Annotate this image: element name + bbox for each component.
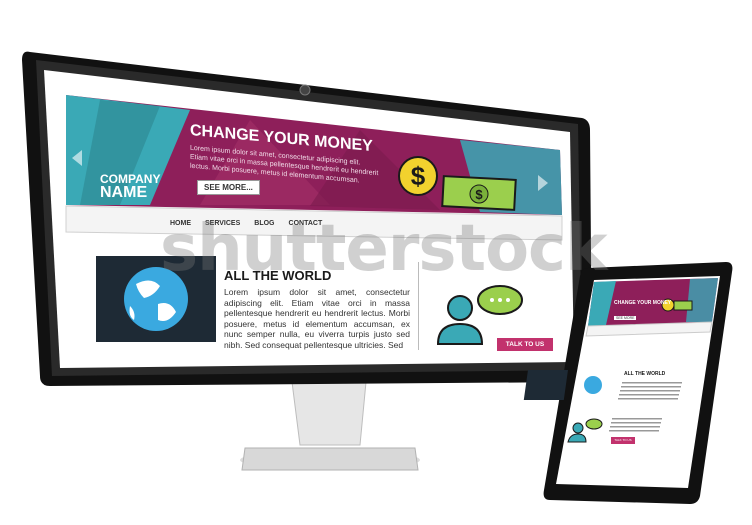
tablet-section-title: ALL THE WORLD (624, 371, 666, 377)
tablet-see-more-button[interactable]: SEE MORE (614, 316, 637, 320)
watermark: shutterstock (160, 212, 608, 286)
tablet-talk-to-us-button[interactable]: TALK TO US (611, 437, 635, 444)
tablet-headline: CHANGE YOUR MONEY (614, 300, 672, 306)
